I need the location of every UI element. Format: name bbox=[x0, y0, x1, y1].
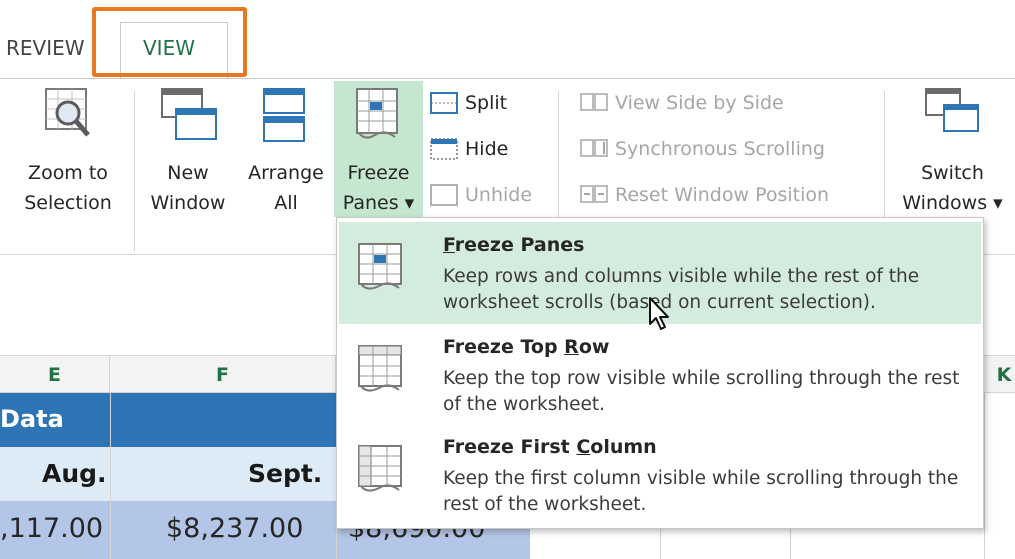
column-header-e[interactable]: E bbox=[0, 356, 110, 394]
switch-windows-label-1: Switch bbox=[921, 162, 984, 184]
synchronous-scrolling-icon bbox=[580, 139, 608, 157]
arrange-all-label-2: All bbox=[274, 192, 298, 214]
unhide-window-icon bbox=[430, 184, 458, 206]
table-title-cell: Data bbox=[0, 405, 64, 433]
freeze-panes-option-icon bbox=[358, 243, 402, 290]
reset-window-position-label: Reset Window Position bbox=[615, 184, 830, 206]
menu-item-title: Freeze First Column bbox=[443, 436, 657, 458]
menu-item-freeze-top-row[interactable]: Freeze Top Row Keep the top row visible … bbox=[339, 324, 981, 426]
gridline bbox=[984, 393, 985, 559]
new-window-button[interactable]: New Window bbox=[138, 81, 238, 221]
freeze-panes-button[interactable]: Freeze Panes ▾ bbox=[334, 81, 423, 217]
menu-item-description: Keep the top row visible while scrolling… bbox=[443, 368, 960, 415]
table-title-row[interactable]: Data bbox=[0, 393, 336, 447]
split-label: Split bbox=[465, 92, 508, 114]
arrange-all-label-1: Arrange bbox=[248, 162, 324, 184]
freeze-panes-menu: Freeze Panes Keep rows and columns visib… bbox=[336, 217, 984, 529]
synchronous-scrolling-label: Synchronous Scrolling bbox=[615, 138, 825, 160]
zoom-to-selection-label-2: Selection bbox=[24, 192, 112, 214]
zoom-to-selection-button[interactable]: Zoom to Selection bbox=[8, 81, 128, 221]
reset-window-position-icon bbox=[580, 185, 608, 203]
month-cell-sept: Sept. bbox=[248, 459, 323, 488]
side-by-side-icon bbox=[580, 93, 608, 111]
freeze-panes-label-2: Panes ▾ bbox=[342, 192, 415, 214]
column-header-f[interactable]: F bbox=[110, 356, 336, 394]
tab-review[interactable]: REVIEW bbox=[6, 36, 85, 60]
freeze-top-row-icon bbox=[358, 345, 402, 392]
hide-window-icon bbox=[430, 138, 458, 160]
hide-label: Hide bbox=[465, 138, 509, 160]
zoom-selection-icon bbox=[45, 88, 90, 137]
ribbon-separator bbox=[134, 91, 135, 251]
switch-windows-button[interactable]: Switch Windows ▾ bbox=[890, 81, 1015, 221]
arrange-all-button[interactable]: Arrange All bbox=[240, 81, 332, 221]
month-header-row[interactable]: Aug. Sept. bbox=[0, 447, 336, 501]
new-window-label-2: Window bbox=[150, 192, 226, 214]
new-window-icon bbox=[161, 88, 217, 140]
freeze-panes-icon bbox=[356, 88, 398, 139]
view-side-by-side-label: View Side by Side bbox=[615, 92, 784, 114]
menu-item-title: Freeze Top Row bbox=[443, 336, 610, 358]
switch-windows-icon bbox=[925, 88, 979, 132]
freeze-panes-label-1: Freeze bbox=[347, 162, 410, 184]
value-cell-e: ,117.00 bbox=[0, 513, 104, 544]
menu-item-description: Keep rows and columns visible while the … bbox=[443, 266, 920, 313]
gridline bbox=[110, 393, 111, 559]
menu-item-freeze-first-column[interactable]: Freeze First Column Keep the first colum… bbox=[339, 424, 981, 526]
column-header-k[interactable]: K bbox=[984, 356, 1015, 394]
split-icon bbox=[430, 92, 458, 114]
menu-item-description: Keep the first column visible while scro… bbox=[443, 468, 959, 515]
unhide-label: Unhide bbox=[465, 184, 533, 206]
arrange-all-icon bbox=[263, 88, 305, 142]
tab-highlight-annotation bbox=[92, 7, 247, 77]
value-cell-f: $8,237.00 bbox=[166, 513, 304, 544]
mouse-cursor-icon bbox=[649, 297, 669, 330]
switch-windows-label-2: Windows ▾ bbox=[902, 192, 1003, 214]
ribbon-tab-bar: REVIEW VIEW bbox=[0, 0, 1015, 80]
menu-item-title: Freeze Panes bbox=[443, 234, 585, 256]
new-window-label-1: New bbox=[167, 162, 209, 184]
freeze-first-column-icon bbox=[358, 445, 402, 492]
month-cell-aug: Aug. bbox=[42, 459, 107, 488]
zoom-to-selection-label-1: Zoom to bbox=[28, 162, 108, 184]
